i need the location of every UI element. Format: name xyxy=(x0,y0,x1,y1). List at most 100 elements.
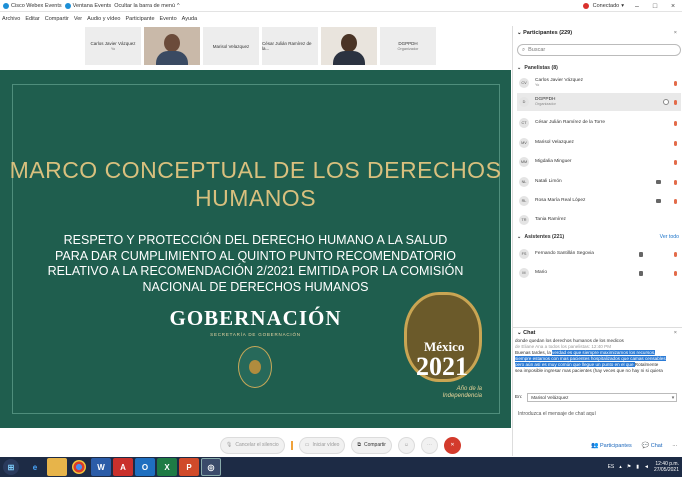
video-strip: Carlos Javier Vázquez Yo Marisol Velazqu… xyxy=(85,27,436,65)
connection-status[interactable]: Conectado ▾ xyxy=(582,3,624,9)
participant-row[interactable]: CT César Julián Ramírez de la Torre xyxy=(517,114,681,132)
flag-icon[interactable]: ⚑ xyxy=(627,464,631,470)
menu-compartir[interactable]: Compartir xyxy=(45,16,69,22)
microphone-muted-icon[interactable] xyxy=(674,140,677,146)
share-button[interactable]: ⧉ Compartir xyxy=(351,436,392,454)
menu-bar: Archivo Editar Compartir Ver Audio y víd… xyxy=(0,13,512,25)
slide-title-line: MARCO CONCEPTUAL DE LOS DERECHOS xyxy=(9,157,502,183)
menu-editar[interactable]: Editar xyxy=(25,16,39,22)
powerpoint-icon[interactable]: P xyxy=(179,458,199,476)
participant-row[interactable]: RL Rosa María Real López xyxy=(517,192,681,210)
video-tile[interactable]: DGPPDH Organizador xyxy=(380,27,436,65)
internet-explorer-icon[interactable]: e xyxy=(25,458,45,476)
video-tile[interactable]: César Julián Ramírez de la... xyxy=(262,27,318,65)
participant-row[interactable]: MV Marisol Velazquez xyxy=(517,134,681,152)
slide-title: MARCO CONCEPTUAL DE LOS DERECHOS HUMANOS xyxy=(0,156,511,212)
system-tray: ES ▴ ⚑ ▮ ◄ 12:40 p.m. 27/05/2021 xyxy=(608,458,679,476)
maximize-button[interactable]: □ xyxy=(650,3,660,10)
chevron-down-icon: ▾ xyxy=(621,3,624,9)
person-head xyxy=(164,34,180,52)
participant-name-label: César Julián Ramírez de la Torre xyxy=(535,120,606,126)
menu-archivo[interactable]: Archivo xyxy=(2,16,20,22)
tray-arrow-icon[interactable]: ▴ xyxy=(619,464,622,470)
menu-evento[interactable]: Evento xyxy=(160,16,177,22)
microphone-muted-icon[interactable] xyxy=(674,120,677,126)
close-participants-button[interactable]: × xyxy=(674,30,677,36)
participant-row[interactable]: M Mario xyxy=(517,264,681,282)
webex-icon xyxy=(3,2,9,9)
microphone-muted-icon[interactable] xyxy=(674,270,677,276)
chevron-down-icon[interactable]: ⌄ xyxy=(517,330,522,336)
microphone-muted-icon[interactable] xyxy=(674,159,677,165)
chat-text: Rotalmente xyxy=(634,362,659,367)
view-all-link[interactable]: Ver todo xyxy=(660,234,679,240)
participant-row[interactable]: TR Tania Ramírez xyxy=(517,211,681,229)
menu-ayuda[interactable]: Ayuda xyxy=(182,16,198,22)
video-camera-icon[interactable] xyxy=(656,180,661,184)
share-screen-icon: ⧉ xyxy=(357,442,361,448)
start-video-button[interactable]: ▭ Iniciar vídeo xyxy=(298,436,346,454)
app-title-webex[interactable]: Cisco Webex Events xyxy=(3,2,62,9)
more-options-button[interactable]: ⋯ xyxy=(420,436,438,454)
participant-row[interactable]: MM Migdalia Minguer xyxy=(517,153,681,171)
menu-audio-video[interactable]: Audio y vídeo xyxy=(87,16,120,22)
webex-icon xyxy=(64,2,71,9)
participant-row[interactable]: FS Fernando Santillán Segovia xyxy=(517,245,681,263)
video-tile[interactable]: Marisol Velazquez xyxy=(203,27,259,65)
video-camera-icon[interactable] xyxy=(656,199,661,203)
acrobat-icon[interactable]: A xyxy=(113,458,133,476)
chat-message-input[interactable]: Introduzca el mensaje de chat aquí xyxy=(515,407,681,427)
chevron-down-icon[interactable]: ⌄ xyxy=(517,30,522,36)
chat-recipient-select[interactable]: Marisol Velázquez xyxy=(527,393,678,402)
events-window-tab[interactable]: Ventana Events xyxy=(64,2,111,9)
hide-menu-bar-button[interactable]: Ocultar la barra de menú ^ xyxy=(114,3,179,9)
microphone-muted-icon[interactable] xyxy=(674,99,677,105)
microphone-muted-icon[interactable] xyxy=(674,198,677,204)
chat-bubble-icon: 💬 xyxy=(641,442,650,449)
webex-icon[interactable]: ◎ xyxy=(201,458,221,476)
participant-row[interactable]: CV Carlos Javier Vázquez Yo xyxy=(517,74,681,92)
microphone-muted-icon[interactable] xyxy=(674,179,677,185)
language-indicator[interactable]: ES xyxy=(608,464,615,470)
participant-name: Mario xyxy=(535,270,547,276)
avatar: FS xyxy=(519,249,529,259)
word-icon[interactable]: W xyxy=(91,458,111,476)
video-tile-camera[interactable] xyxy=(144,27,200,65)
attendees-section-header[interactable]: ⌄ Asistentes (221) Ver todo xyxy=(517,232,681,242)
excel-icon[interactable]: X xyxy=(157,458,177,476)
more-panels-button[interactable]: ... xyxy=(672,442,677,448)
outlook-icon[interactable]: O xyxy=(135,458,155,476)
menu-participante[interactable]: Participante xyxy=(125,16,154,22)
chat-bubble-icon[interactable] xyxy=(663,99,669,105)
reactions-button[interactable]: ☺ xyxy=(397,436,415,454)
participant-search-input[interactable]: ⌕ Buscar xyxy=(517,44,681,56)
participant-row[interactable]: D DGPPDH Organizador xyxy=(517,93,681,111)
network-icon[interactable]: ▮ xyxy=(636,464,639,470)
chrome-icon[interactable] xyxy=(72,460,86,474)
menu-ver[interactable]: Ver xyxy=(74,16,82,22)
leave-meeting-button[interactable]: ✕ xyxy=(443,436,461,454)
close-chat-button[interactable]: × xyxy=(674,330,677,336)
participant-row[interactable]: NL Natali Limón xyxy=(517,173,681,191)
chat-tab-button[interactable]: 💬 Chat xyxy=(642,442,663,449)
video-tile[interactable]: Carlos Javier Vázquez Yo xyxy=(85,27,141,65)
file-explorer-icon[interactable] xyxy=(47,458,67,476)
share-label: Compartir xyxy=(364,442,386,448)
connection-icon xyxy=(582,3,589,9)
microphone-muted-icon[interactable] xyxy=(674,80,677,86)
video-tile-camera[interactable] xyxy=(321,27,377,65)
close-window-button[interactable]: × xyxy=(668,3,678,10)
volume-icon[interactable]: ◄ xyxy=(644,464,649,470)
chat-log[interactable]: donde quedan los derechos humanos de los… xyxy=(515,338,675,384)
hide-menu-label: Ocultar la barra de menú xyxy=(114,2,176,9)
avatar: RL xyxy=(519,196,529,206)
chat-recipient-value: Marisol Velázquez xyxy=(531,395,569,400)
microphone-muted-icon[interactable] xyxy=(674,251,677,257)
participant-name-label: Migdalia Minguer xyxy=(535,159,572,165)
panelists-section-header[interactable]: ⌄ Panelistas (8) xyxy=(517,63,681,73)
unmute-button[interactable]: 🎙 Cancelar el silencio xyxy=(220,436,285,454)
clock[interactable]: 12:40 p.m. 27/05/2021 xyxy=(654,461,679,473)
participants-tab-button[interactable]: 👥 Participantes xyxy=(591,442,632,449)
minimize-button[interactable]: – xyxy=(632,3,642,10)
windows-start-icon[interactable]: ⊞ xyxy=(3,459,19,475)
